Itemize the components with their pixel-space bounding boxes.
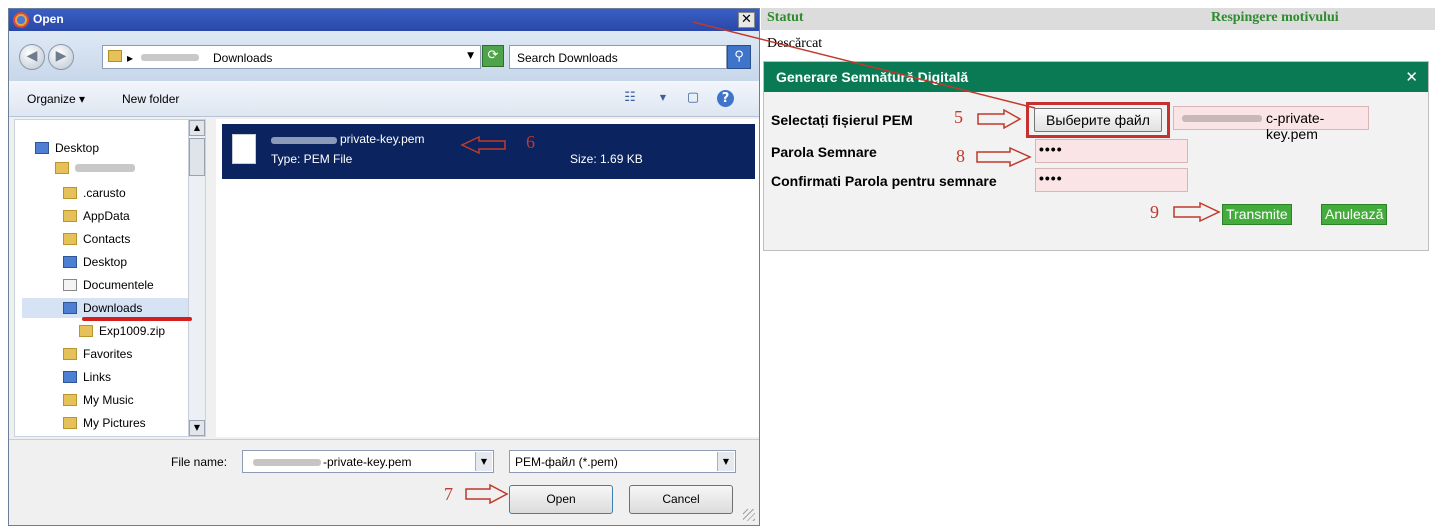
arrow-7-icon — [465, 483, 509, 505]
annotation-overlay — [460, 21, 1221, 505]
arrow-9-icon — [1173, 201, 1221, 223]
connector-line — [692, 21, 1036, 109]
annotation-7: 7 — [444, 484, 453, 504]
annotation-5: 5 — [954, 107, 963, 127]
annotation-8: 8 — [956, 146, 965, 166]
annotation-6: 6 — [526, 132, 535, 152]
arrow-5-icon — [977, 108, 1022, 130]
arrow-6-icon — [460, 135, 506, 155]
annotation-9: 9 — [1150, 202, 1159, 222]
arrow-8-icon — [976, 146, 1032, 168]
